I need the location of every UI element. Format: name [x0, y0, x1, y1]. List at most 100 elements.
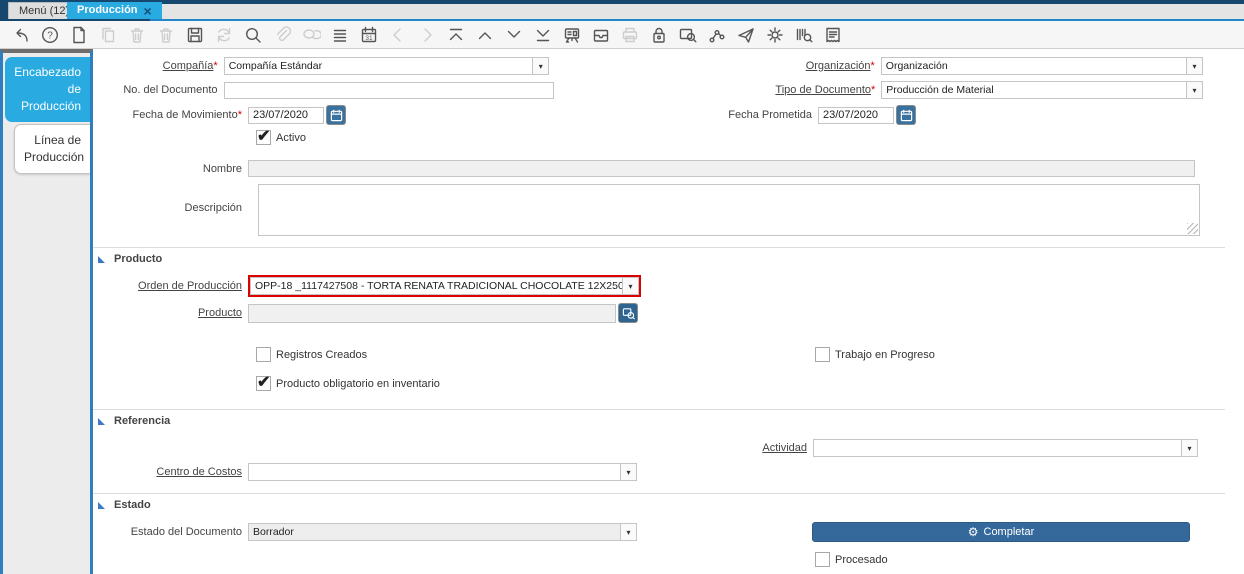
fecha-prometida-calendar-icon[interactable]	[896, 105, 916, 125]
fecha-movimiento-calendar-icon[interactable]	[326, 105, 346, 125]
fecha-prometida-label: Fecha Prometida	[346, 109, 818, 121]
producto-search-icon[interactable]	[618, 303, 638, 323]
svg-text:31: 31	[365, 35, 373, 42]
grid-toggle-icon[interactable]	[325, 23, 354, 47]
find-icon[interactable]	[238, 23, 267, 47]
centro-costos-combobox[interactable]: ▾	[248, 463, 637, 481]
actividad-value	[813, 439, 1181, 457]
orden-produccion-label: Orden de Producción	[93, 280, 248, 292]
centro-costos-label: Centro de Costos	[93, 466, 248, 478]
producto-input	[248, 304, 616, 323]
save-icon[interactable]	[180, 23, 209, 47]
registros-creados-checkbox[interactable]	[256, 347, 271, 362]
compania-value: Compañía Estándar	[224, 57, 533, 75]
tipo-documento-combobox[interactable]: Producción de Material ▾	[881, 81, 1203, 99]
descripcion-resize-handle[interactable]	[1187, 223, 1198, 234]
descripcion-textarea[interactable]	[258, 184, 1200, 236]
lock-icon[interactable]	[644, 23, 673, 47]
compania-label: Compañía*	[93, 60, 224, 72]
actividad-combobox[interactable]: ▾	[813, 439, 1198, 457]
nav-left-icon	[383, 23, 412, 47]
print-icon	[615, 23, 644, 47]
actividad-dropdown-icon[interactable]: ▾	[1181, 439, 1198, 457]
collapse-triangle-icon	[98, 256, 105, 263]
tab-produccion[interactable]: Producción ×	[67, 2, 162, 19]
svg-text:?: ?	[47, 30, 53, 41]
fecha-prometida-input[interactable]	[818, 107, 894, 124]
fecha-movimiento-input[interactable]	[248, 107, 324, 124]
collapse-triangle-icon	[98, 502, 105, 509]
close-tab-icon[interactable]: ×	[144, 4, 152, 18]
actividad-label: Actividad	[642, 442, 813, 454]
procesado-checkbox[interactable]	[815, 552, 830, 567]
zoom-across-icon[interactable]	[673, 23, 702, 47]
new-record-icon[interactable]	[64, 23, 93, 47]
estado-documento-dropdown-icon[interactable]: ▾	[620, 523, 637, 541]
copy-record-icon	[93, 23, 122, 47]
producto-obligatorio-label: Producto obligatorio en inventario	[276, 378, 440, 390]
section-separator	[93, 247, 1225, 248]
no-documento-input[interactable]	[224, 82, 554, 99]
nav-right-icon	[412, 23, 441, 47]
activo-checkbox[interactable]	[256, 130, 271, 145]
centro-costos-value	[248, 463, 620, 481]
organizacion-dropdown-icon[interactable]: ▾	[1186, 57, 1203, 75]
orden-produccion-value: OPP-18 _1117427508 - TORTA RENATA TRADIC…	[250, 277, 622, 295]
sidebar-tab-encabezado-de-produccion[interactable]: Encabezado de Producción	[5, 57, 90, 122]
section-separator	[93, 409, 1225, 410]
completar-button-label: Completar	[984, 526, 1035, 538]
tipo-documento-value: Producción de Material	[881, 81, 1186, 99]
previous-record-icon[interactable]	[470, 23, 499, 47]
organizacion-value: Organización	[881, 57, 1186, 75]
workflow-icon[interactable]	[702, 23, 731, 47]
production-window: Menú (12) Producción × ? 31 Encabezado de…	[0, 0, 1244, 574]
orden-produccion-dropdown-icon[interactable]: ▾	[622, 277, 639, 295]
trabajo-en-progreso-label: Trabajo en Progreso	[835, 349, 935, 361]
organizacion-combobox[interactable]: Organización ▾	[881, 57, 1203, 75]
section-estado-header[interactable]: Estado	[98, 499, 151, 511]
nombre-input	[248, 160, 1195, 177]
last-record-icon[interactable]	[528, 23, 557, 47]
archive-icon[interactable]	[586, 23, 615, 47]
estado-documento-label: Estado del Documento	[93, 526, 248, 538]
procesado-label: Procesado	[835, 554, 888, 566]
preference-icon[interactable]	[760, 23, 789, 47]
product-info-icon[interactable]	[789, 23, 818, 47]
tipo-documento-dropdown-icon[interactable]: ▾	[1186, 81, 1203, 99]
section-separator	[93, 493, 1225, 494]
tab-menu-label: Menú (12)	[19, 5, 69, 17]
trabajo-en-progreso-checkbox[interactable]	[815, 347, 830, 362]
report-doc-icon[interactable]	[818, 23, 847, 47]
completar-gear-icon: ⚙	[968, 526, 979, 538]
section-producto-header[interactable]: Producto	[98, 253, 162, 265]
form-area: Compañía* Compañía Estándar ▾ Organizaci…	[93, 49, 1244, 574]
request-icon[interactable]	[731, 23, 760, 47]
organizacion-label: Organización*	[549, 60, 881, 72]
compania-combobox[interactable]: Compañía Estándar ▾	[224, 57, 550, 75]
section-referencia-header[interactable]: Referencia	[98, 415, 170, 427]
completar-button[interactable]: ⚙ Completar	[812, 522, 1190, 542]
collapse-triangle-icon	[98, 418, 105, 425]
report-icon[interactable]	[557, 23, 586, 47]
nombre-label: Nombre	[93, 163, 248, 175]
sidebar-tab-linea-de-produccion[interactable]: Línea de Producción	[14, 124, 90, 174]
compania-dropdown-icon[interactable]: ▾	[532, 57, 549, 75]
window-tabstrip: Menú (12) Producción ×	[0, 0, 1244, 21]
estado-documento-value: Borrador	[248, 523, 620, 541]
producto-obligatorio-checkbox[interactable]	[256, 376, 271, 391]
sidebar: Encabezado de Producción Línea de Produc…	[0, 49, 93, 574]
first-record-icon[interactable]	[441, 23, 470, 47]
descripcion-label: Descripción	[93, 202, 248, 214]
orden-produccion-combobox[interactable]: OPP-18 _1117427508 - TORTA RENATA TRADIC…	[250, 277, 639, 295]
attachment-icon	[267, 23, 296, 47]
calendar-icon[interactable]: 31	[354, 23, 383, 47]
activo-label: Activo	[276, 132, 306, 144]
content: Encabezado de Producción Línea de Produc…	[0, 49, 1244, 574]
centro-costos-dropdown-icon[interactable]: ▾	[620, 463, 637, 481]
help-icon[interactable]: ?	[35, 23, 64, 47]
toolbar: ? 31	[0, 21, 1244, 49]
delete-selection-icon	[151, 23, 180, 47]
undo-icon[interactable]	[6, 23, 35, 47]
registros-creados-label: Registros Creados	[276, 349, 367, 361]
next-record-icon[interactable]	[499, 23, 528, 47]
